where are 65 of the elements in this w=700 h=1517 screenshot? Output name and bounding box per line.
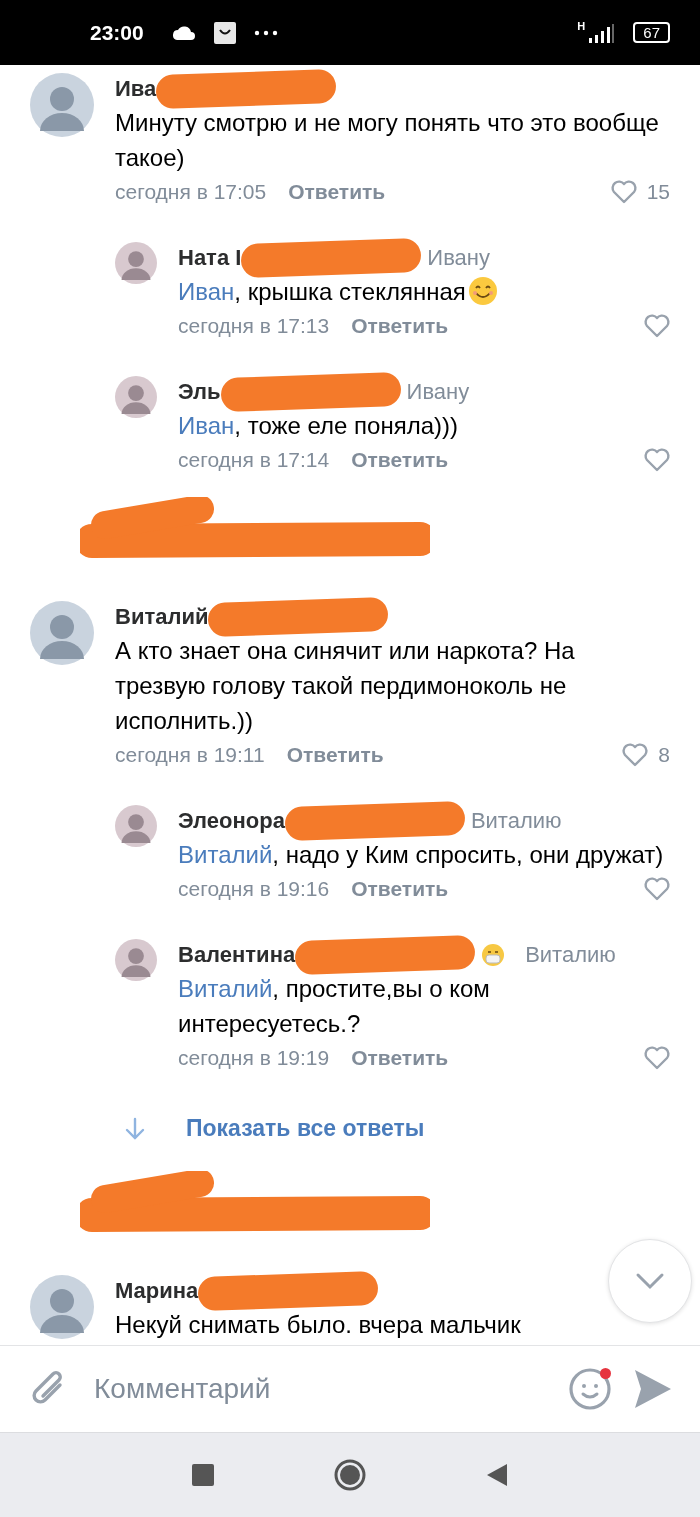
back-button[interactable]	[486, 1463, 508, 1487]
author-name[interactable]: Ната I	[178, 245, 242, 271]
avatar[interactable]	[115, 242, 157, 284]
smiley-icon	[467, 276, 498, 306]
cloud-icon	[171, 25, 196, 40]
comment-time: сегодня в 19:19	[178, 1046, 330, 1070]
reply-link[interactable]: Ответить	[351, 448, 449, 472]
show-all-replies-link[interactable]: Показать все ответы	[186, 1115, 425, 1142]
mention-link[interactable]: Виталий	[178, 975, 273, 1002]
comment-text: Иван, крышка стеклянная	[178, 274, 498, 309]
reply-link[interactable]: Ответить	[351, 877, 449, 901]
comment-text: Виталий, простите,вы о ком интересуетесь.?	[178, 974, 491, 1039]
author-name[interactable]: Виталий	[115, 604, 209, 630]
avatar[interactable]	[30, 73, 94, 137]
comment-text: А кто знает она синячит или наркота? На трезвую голову такой пердимоноколь не исполнить.))	[115, 636, 576, 736]
avatar[interactable]	[30, 1275, 94, 1339]
reply-link[interactable]: Ответить	[351, 1046, 449, 1070]
comment-time: сегодня в 19:11	[115, 743, 265, 767]
reply-link[interactable]: Ответить	[288, 180, 386, 204]
reply-to: Виталию	[470, 808, 562, 834]
heart-icon[interactable]	[644, 448, 670, 472]
send-icon[interactable]	[634, 1369, 672, 1409]
author-name[interactable]: Марина	[115, 1278, 199, 1304]
comment-text: Некуй снимать было. вчера мальчик	[115, 1310, 521, 1340]
comment-text: Минуту смотрю и не могу понять что это вообще такое)	[115, 108, 660, 173]
chevron-down-icon	[635, 1272, 665, 1290]
shopping-bag-icon	[213, 21, 236, 44]
home-button[interactable]	[334, 1459, 366, 1491]
author-name[interactable]: Элеонора	[178, 808, 285, 834]
author-name[interactable]: Ива	[115, 76, 157, 102]
signal-icon	[587, 22, 616, 43]
reply-to: Ивану	[406, 379, 470, 405]
emoji-button[interactable]	[568, 1367, 612, 1411]
reply-to: Ивану	[427, 245, 490, 271]
heart-icon[interactable]	[644, 314, 670, 338]
arrow-down-icon	[124, 1116, 146, 1141]
like-count: 15	[646, 180, 670, 204]
comment-text: Виталий, надо у Ким спросить, они дружат)	[178, 840, 664, 870]
avatar[interactable]	[115, 805, 157, 847]
more-icon	[253, 29, 278, 36]
avatar[interactable]	[115, 376, 157, 418]
heart-icon[interactable]	[644, 1046, 670, 1070]
reply-link[interactable]: Ответить	[286, 743, 384, 767]
mention-link[interactable]: Иван	[178, 278, 235, 305]
heart-icon[interactable]	[610, 180, 637, 204]
heart-icon[interactable]	[622, 743, 649, 767]
author-name[interactable]: Валентина	[178, 942, 296, 968]
like-count: 8	[658, 743, 670, 767]
battery-indicator: 67	[633, 22, 670, 43]
masked-face-icon	[481, 943, 506, 967]
network-type: H	[577, 19, 586, 32]
comment-text: Иван, тоже еле поняла)))	[178, 411, 459, 441]
comment-time: сегодня в 17:13	[178, 314, 330, 338]
avatar[interactable]	[30, 601, 94, 665]
avatar[interactable]	[115, 939, 157, 981]
author-name[interactable]: Эль	[178, 379, 221, 405]
mention-link[interactable]: Виталий	[178, 841, 273, 868]
comment-time: сегодня в 17:05	[115, 180, 267, 204]
comment-time: сегодня в 19:16	[178, 877, 330, 901]
mention-link[interactable]: Иван	[178, 412, 235, 439]
reply-link[interactable]: Ответить	[351, 314, 449, 338]
clock: 23:00	[90, 20, 144, 45]
heart-icon[interactable]	[644, 877, 670, 901]
comment-time: сегодня в 17:14	[178, 448, 330, 472]
reply-to: Виталию	[525, 942, 616, 968]
